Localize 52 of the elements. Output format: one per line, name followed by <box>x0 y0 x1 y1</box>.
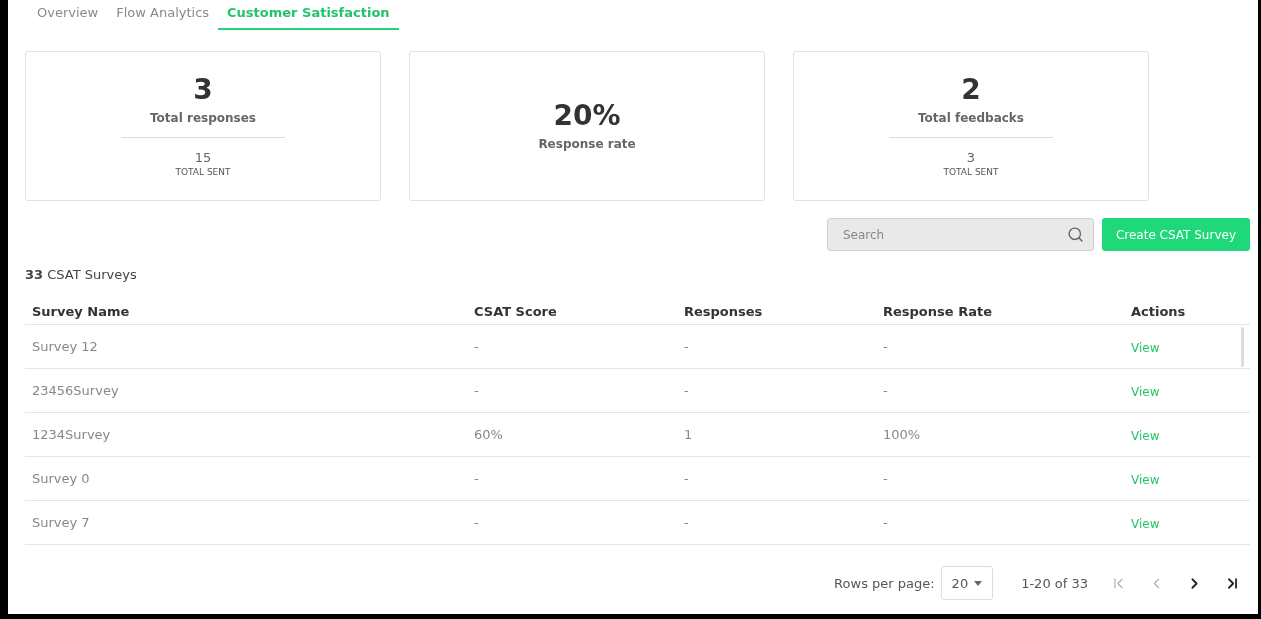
table-cell-text: - <box>684 339 690 354</box>
stat-label: Total feedbacks <box>918 111 1024 126</box>
stat-value: 3 <box>193 74 213 106</box>
rows-per-page-label: Rows per page: <box>834 575 935 591</box>
column-header: Responses <box>684 303 764 319</box>
table-cell-text: - <box>883 471 889 486</box>
caret-icon <box>974 580 983 586</box>
table-cell-text: 23456Survey <box>32 383 120 398</box>
table-cell-text: - <box>474 339 480 354</box>
rows-per-page-select[interactable]: 20 <box>940 566 994 600</box>
search-icon <box>1066 226 1084 243</box>
table-cell-text: - <box>474 383 480 398</box>
search-field[interactable]: Search <box>826 218 1094 251</box>
table-cell-text: - <box>474 515 480 530</box>
table-cell-text: 100% <box>883 427 922 442</box>
table-cell-text: - <box>684 383 690 398</box>
table-cell-text: - <box>883 515 889 530</box>
survey-count: 33 CSAT Surveys <box>25 267 138 282</box>
tab[interactable]: Flow Analytics <box>107 0 219 30</box>
table-cell-text: - <box>883 383 889 398</box>
stat-label: Response rate <box>538 137 636 152</box>
view-link[interactable]: View <box>1131 473 1160 487</box>
stat-label: Total responses <box>150 111 256 126</box>
stat-value: 2 <box>961 74 981 106</box>
table-cell-text: 1234Survey <box>32 427 112 442</box>
view-link[interactable]: View <box>1131 341 1160 355</box>
column-header: Survey Name <box>32 303 131 319</box>
table-cell-text: Survey 7 <box>32 515 91 530</box>
table-cell-text: - <box>883 339 889 354</box>
table-cell-text: Survey 12 <box>32 339 99 354</box>
tab[interactable]: Overview <box>28 0 108 30</box>
stat-sub-label: TOTAL SENT <box>943 167 999 178</box>
stat-sub-label: TOTAL SENT <box>175 167 231 178</box>
view-link[interactable]: View <box>1131 517 1160 531</box>
table-cell-text: - <box>684 515 690 530</box>
create-survey-button[interactable]: Create CSAT Survey <box>1101 218 1250 251</box>
tab[interactable]: Customer Satisfaction <box>218 0 399 30</box>
column-header: CSAT Score <box>474 303 558 319</box>
page-range: 1-20 of 33 <box>1021 575 1088 591</box>
view-link[interactable]: View <box>1131 385 1160 399</box>
table-cell-text: Survey 0 <box>32 471 91 486</box>
stat-value: 20% <box>553 100 621 132</box>
table-cell-text: 1 <box>684 427 694 442</box>
scrollbar[interactable] <box>1241 327 1244 367</box>
column-header: Response Rate <box>883 303 993 319</box>
stat-sub-value: 15 <box>194 150 212 166</box>
table-cell-text: - <box>474 471 480 486</box>
table-cell-text: - <box>684 471 690 486</box>
stat-sub-value: 3 <box>966 150 976 166</box>
column-header: Actions <box>1131 303 1187 319</box>
table-cell-text: 60% <box>474 427 504 442</box>
view-link[interactable]: View <box>1131 429 1160 443</box>
